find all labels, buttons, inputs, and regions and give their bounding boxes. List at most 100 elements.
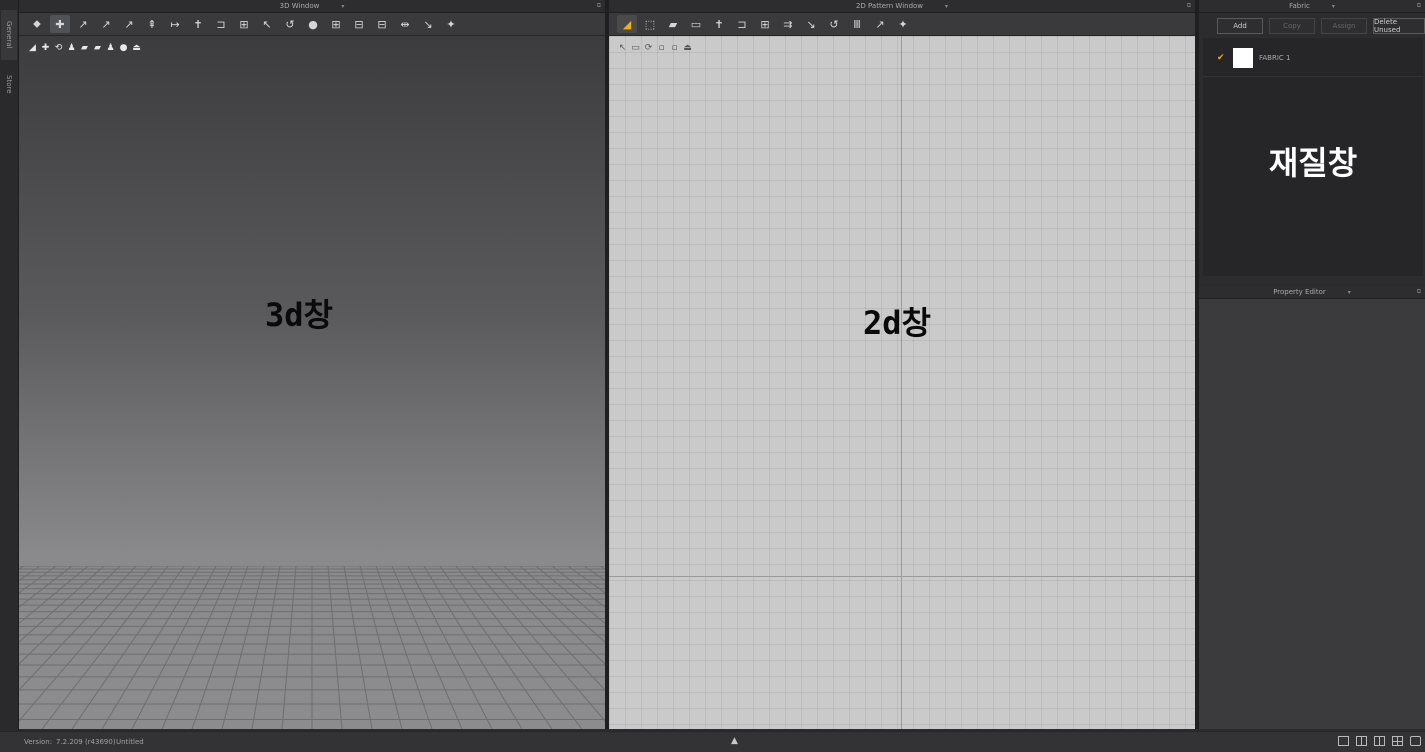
3d-subtool-5-icon[interactable]: ▰ (79, 42, 90, 53)
2d-viewport[interactable]: ↖ ▭ ⟳ ▫ ▫ ⏏ 2d창 (609, 36, 1195, 729)
3d-tool-10-icon[interactable]: ⊞ (234, 15, 254, 33)
2d-window-float-icon[interactable]: ⧉ (1187, 2, 1191, 10)
fabric-float-icon[interactable]: ⧉ (1417, 2, 1421, 10)
3d-toolbar: ⬥ ✚ ↗ ↗ ↗ ⇞ ↦ ✝ ⊐ ⊞ ↖ ↺ ● ⊞ ⊟ ⊟ ⇹ ↘ ✦ (19, 13, 605, 36)
3d-window-title: 3D Window (279, 2, 320, 10)
2d-subtoolbar: ↖ ▭ ⟳ ▫ ▫ ⏏ (617, 42, 695, 53)
3d-tool-13-icon[interactable]: ● (303, 15, 323, 33)
2d-axis-horizontal (609, 576, 1195, 577)
fabric-title-bar: Fabric ▾ ⧉ (1199, 0, 1425, 13)
2d-tool-7-icon[interactable]: ⊞ (755, 15, 775, 33)
3d-subtool-2-icon[interactable]: ✚ (40, 42, 51, 53)
2d-window-title: 2D Pattern Window (855, 2, 924, 10)
3d-window-label: 3d창 (265, 296, 333, 334)
expand-up-icon[interactable]: ▲ (731, 736, 738, 746)
layout-split-icon[interactable] (1356, 736, 1367, 746)
status-bar: Version: 7.2.209 (r43690) Untitled ▲ (0, 731, 1425, 752)
fabric-list: ✔ FABRIC 1 재질창 (1203, 38, 1423, 276)
check-icon: ✔ (1217, 53, 1225, 63)
fabric-swatch[interactable] (1233, 48, 1253, 68)
3d-window-dropdown-icon[interactable]: ▾ (341, 3, 344, 10)
3d-tool-14-icon[interactable]: ⊞ (326, 15, 346, 33)
2d-tool-6-icon[interactable]: ⊐ (732, 15, 752, 33)
2d-window-label: 2d창 (863, 304, 931, 342)
fabric-button-row: Add Copy Assign Delete Unused (1199, 13, 1425, 34)
3d-tool-12-icon[interactable]: ↺ (280, 15, 300, 33)
3d-subtool-6-icon[interactable]: ▰ (92, 42, 103, 53)
2d-tool-3-icon[interactable]: ▰ (663, 15, 683, 33)
3d-subtool-1-icon[interactable]: ◢ (27, 42, 38, 53)
3d-subtoolbar: ◢ ✚ ⟲ ♟ ▰ ▰ ♟ ● ⏏ (27, 42, 144, 53)
version-value: 7.2.209 (r43690) (56, 738, 116, 746)
3d-tool-15-icon[interactable]: ⊟ (349, 15, 369, 33)
add-fabric-button[interactable]: Add (1217, 18, 1263, 34)
3d-tool-11-icon[interactable]: ↖ (257, 15, 277, 33)
3d-tool-9-icon[interactable]: ⊐ (211, 15, 231, 33)
2d-window-title-bar: 2D Pattern Window ▾ ⧉ (609, 0, 1195, 13)
layout-single-icon[interactable] (1338, 736, 1349, 746)
side-tab-strip: General Store (0, 0, 19, 731)
copy-fabric-button[interactable]: Copy (1269, 18, 1315, 34)
2d-tool-1-icon[interactable]: ◢ (617, 15, 637, 33)
2d-subtool-3-icon[interactable]: ⟳ (643, 42, 654, 53)
3d-tool-16-icon[interactable]: ⊟ (372, 15, 392, 33)
fabric-dropdown-icon[interactable]: ▾ (1332, 3, 1335, 10)
property-editor-panel: Property Editor ▾ ⧉ (1199, 286, 1425, 729)
2d-tool-13-icon[interactable]: ✦ (893, 15, 913, 33)
3d-viewport[interactable]: ◢ ✚ ⟲ ♟ ▰ ▰ ♟ ● ⏏ 3d창 (19, 36, 605, 729)
3d-subtool-4-icon[interactable]: ♟ (66, 42, 77, 53)
2d-tool-8-icon[interactable]: ⇉ (778, 15, 798, 33)
2d-tool-11-icon[interactable]: Ⅲ (847, 15, 867, 33)
tab-general[interactable]: General (1, 10, 17, 60)
layout-fullscreen-icon[interactable] (1410, 736, 1421, 746)
2d-subtool-5-icon[interactable]: ▫ (669, 42, 680, 53)
property-editor-dropdown-icon[interactable]: ▾ (1348, 289, 1351, 296)
3d-tool-3-icon[interactable]: ↗ (73, 15, 93, 33)
3d-subtool-9-icon[interactable]: ⏏ (131, 42, 142, 53)
fabric-list-item[interactable]: ✔ FABRIC 1 (1203, 38, 1423, 77)
layout-quad-icon[interactable] (1392, 736, 1403, 746)
3d-floor-grid (19, 566, 605, 729)
3d-tool-5-icon[interactable]: ↗ (119, 15, 139, 33)
2d-pattern-window: 2D Pattern Window ▾ ⧉ ◢ ⬚ ▰ ▭ ✝ ⊐ ⊞ ⇉ ↘ ↺ Ⅲ ↗ ✦ ↖ ▭ ⟳ ▫… (609, 0, 1195, 729)
3d-tool-1-icon[interactable]: ⬥ (27, 15, 47, 33)
version-label: Version: (24, 738, 53, 746)
2d-subtool-1-icon[interactable]: ↖ (617, 42, 628, 53)
2d-subtool-6-icon[interactable]: ⏏ (682, 42, 693, 53)
2d-tool-12-icon[interactable]: ↗ (870, 15, 890, 33)
fabric-title: Fabric (1289, 2, 1310, 10)
assign-fabric-button[interactable]: Assign (1321, 18, 1367, 34)
tab-store[interactable]: Store (1, 64, 17, 104)
3d-tool-18-icon[interactable]: ↘ (418, 15, 438, 33)
property-editor-float-icon[interactable]: ⧉ (1417, 288, 1421, 296)
2d-subtool-2-icon[interactable]: ▭ (630, 42, 641, 53)
3d-window-title-bar: 3D Window ▾ ⧉ (19, 0, 605, 13)
2d-tool-9-icon[interactable]: ↘ (801, 15, 821, 33)
delete-unused-button[interactable]: Delete Unused (1373, 18, 1425, 34)
3d-tool-8-icon[interactable]: ✝ (188, 15, 208, 33)
file-name: Untitled (116, 738, 144, 746)
3d-subtool-3-icon[interactable]: ⟲ (53, 42, 64, 53)
layout-triple-icon[interactable] (1374, 736, 1385, 746)
fabric-name: FABRIC 1 (1259, 54, 1291, 62)
fabric-panel: Fabric ▾ ⧉ Add Copy Assign Delete Unused… (1199, 0, 1425, 284)
3d-subtool-8-icon[interactable]: ● (118, 42, 129, 53)
3d-tool-2-icon[interactable]: ✚ (50, 15, 70, 33)
3d-subtool-7-icon[interactable]: ♟ (105, 42, 116, 53)
2d-tool-4-icon[interactable]: ▭ (686, 15, 706, 33)
3d-window: 3D Window ▾ ⧉ ⬥ ✚ ↗ ↗ ↗ ⇞ ↦ ✝ ⊐ ⊞ ↖ ↺ ● ⊞ ⊟ ⊟ ⇹ ↘ ✦ ◢ ✚ ⟲ ♟ ▰ ▰… (19, 0, 605, 729)
property-editor-title-bar: Property Editor ▾ ⧉ (1199, 286, 1425, 299)
3d-tool-19-icon[interactable]: ✦ (441, 15, 461, 33)
property-editor-title: Property Editor (1273, 288, 1326, 296)
2d-tool-5-icon[interactable]: ✝ (709, 15, 729, 33)
2d-tool-10-icon[interactable]: ↺ (824, 15, 844, 33)
3d-tool-17-icon[interactable]: ⇹ (395, 15, 415, 33)
2d-tool-2-icon[interactable]: ⬚ (640, 15, 660, 33)
2d-window-dropdown-icon[interactable]: ▾ (945, 3, 948, 10)
3d-tool-4-icon[interactable]: ↗ (96, 15, 116, 33)
3d-window-float-icon[interactable]: ⧉ (597, 2, 601, 10)
2d-subtool-4-icon[interactable]: ▫ (656, 42, 667, 53)
3d-tool-6-icon[interactable]: ⇞ (142, 15, 162, 33)
3d-tool-7-icon[interactable]: ↦ (165, 15, 185, 33)
2d-toolbar: ◢ ⬚ ▰ ▭ ✝ ⊐ ⊞ ⇉ ↘ ↺ Ⅲ ↗ ✦ (609, 13, 1195, 36)
